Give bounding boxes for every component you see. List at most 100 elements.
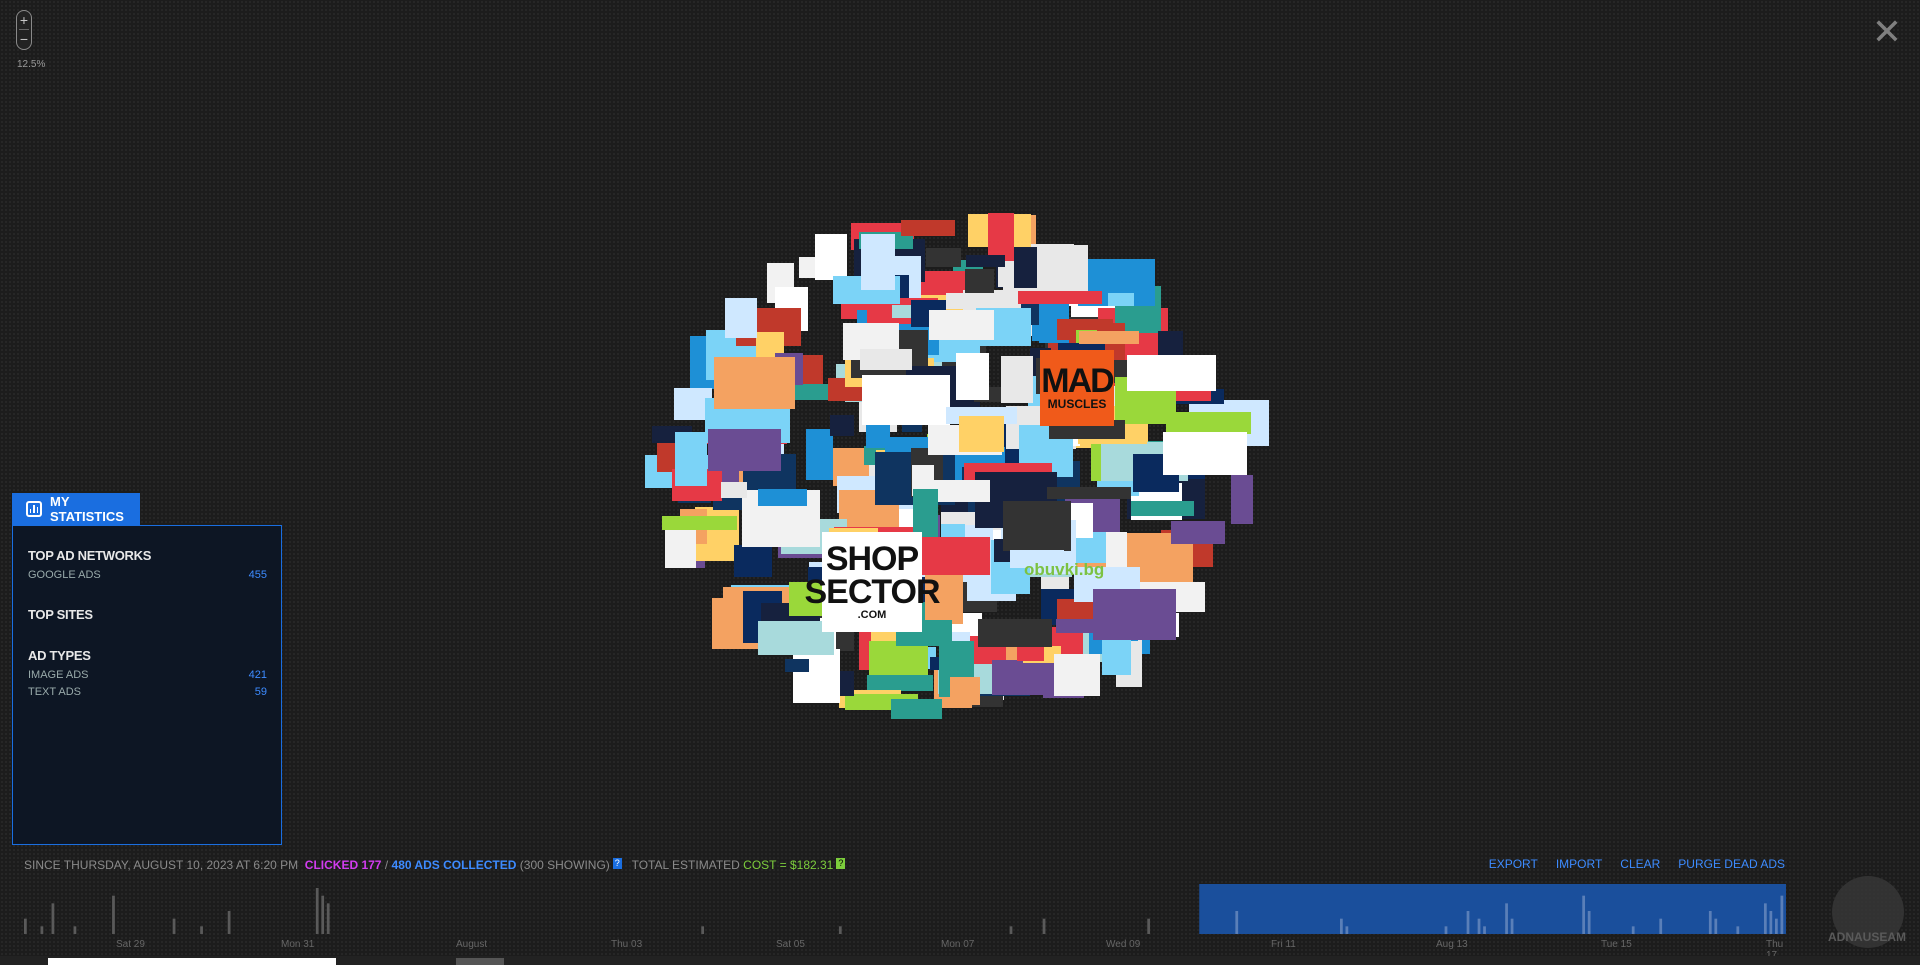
stats-tab[interactable]: MY STATISTICS [12, 493, 140, 525]
ad-thumbnail[interactable] [758, 620, 834, 655]
ad-thumbnail[interactable] [966, 255, 1005, 268]
section-title: AD TYPES [28, 648, 91, 663]
ad-thumbnail[interactable] [1001, 355, 1034, 403]
ad-thumbnail[interactable] [1170, 520, 1226, 544]
timeline-bar [73, 926, 77, 934]
ad-thumbnail[interactable] [1053, 654, 1101, 697]
help-icon[interactable]: ? [612, 858, 622, 869]
timeline-bar [1444, 926, 1448, 934]
ad-thumbnail[interactable] [1107, 292, 1134, 306]
ad-thumbnail[interactable] [1126, 354, 1216, 391]
ad-thumbnail[interactable] [861, 233, 896, 290]
ad-thumbnail[interactable] [824, 585, 884, 613]
ad-thumbnail[interactable] [1162, 431, 1247, 476]
ad-thumbnail[interactable] [977, 619, 1053, 647]
ad-thumbnail[interactable] [805, 428, 833, 480]
ad-thumbnail[interactable] [793, 649, 840, 704]
logo-text: ADNAUSEAM [1828, 930, 1906, 944]
timeline-bar [321, 895, 325, 934]
ad-thumbnail[interactable] [1036, 358, 1083, 395]
ad-thumbnail[interactable] [720, 482, 748, 499]
timeline-bar [1763, 903, 1767, 934]
ad-thumbnail[interactable] [862, 375, 950, 426]
ad-thumbnail[interactable] [1049, 420, 1125, 440]
timeline[interactable] [24, 884, 1786, 934]
timeline-bar [172, 918, 176, 934]
ad-thumbnail[interactable] [964, 269, 995, 294]
timeline-bar [1659, 918, 1663, 934]
ad-thumbnail[interactable] [675, 431, 707, 486]
ad-thumbnail[interactable] [1131, 501, 1195, 516]
ad-thumbnail[interactable] [814, 234, 848, 280]
clear-button[interactable]: CLEAR [1620, 857, 1660, 871]
ad-types-section: AD TYPES IMAGE ADS 421 TEXT ADS 59 [28, 648, 267, 698]
ad-thumbnail[interactable] [950, 677, 980, 705]
section-title: TOP AD NETWORKS [28, 548, 152, 563]
cost-help-icon[interactable]: ? [836, 858, 846, 869]
ad-thumbnail[interactable] [758, 488, 808, 507]
ad-thumbnail[interactable] [1002, 500, 1072, 551]
timeline-label: Mon 07 [941, 939, 975, 950]
ad-thumbnail[interactable] [665, 524, 697, 568]
ad-thumbnail[interactable] [896, 620, 952, 646]
ad-thumbnail[interactable] [1057, 599, 1097, 620]
ad-thumbnail[interactable] [901, 220, 955, 236]
strip-block [48, 958, 336, 965]
ad-thumbnail[interactable] [714, 357, 796, 409]
ad-thumbnail[interactable] [913, 488, 938, 545]
timeline-label: Thu 03 [611, 939, 643, 950]
ad-thumbnail[interactable] [925, 248, 962, 268]
ad-thumbnail[interactable] [1079, 330, 1140, 344]
ad-thumbnail[interactable] [784, 658, 810, 673]
ad-thumbnail[interactable] [958, 416, 1005, 453]
ad-thumbnail[interactable] [866, 675, 933, 691]
ad-thumbnail[interactable] [1092, 588, 1177, 641]
ad-thumbnail[interactable] [924, 571, 964, 625]
stats-row: GOOGLE ADS 455 [28, 569, 267, 581]
ad-thumbnail[interactable] [725, 298, 758, 338]
ad-thumbnail[interactable] [915, 537, 990, 575]
ad-thumbnail[interactable] [708, 429, 782, 471]
ad-thumbnail[interactable] [928, 310, 994, 341]
ad-thumbnail[interactable] [860, 348, 913, 370]
close-icon[interactable]: ✕ [1872, 14, 1902, 50]
bottom-strip [0, 956, 1920, 965]
ad-thumbnail[interactable] [1106, 531, 1128, 570]
timeline-label: Wed 09 [1106, 939, 1141, 950]
ad-thumbnail[interactable] [1058, 342, 1106, 355]
stats-value: 421 [248, 669, 267, 681]
ad-thumbnail[interactable] [1009, 549, 1065, 569]
ad-thumbnail[interactable] [890, 699, 942, 720]
ad-thumbnail[interactable] [869, 640, 928, 675]
ad-thumbnail[interactable] [1047, 486, 1132, 499]
ad-thumbnail[interactable] [1230, 475, 1254, 524]
purge-dead-ads-button[interactable]: PURGE DEAD ADS [1678, 857, 1785, 871]
ad-thumbnail[interactable] [1018, 291, 1103, 305]
ad-thumbnail[interactable] [789, 582, 828, 616]
export-button[interactable]: EXPORT [1489, 857, 1538, 871]
timeline-label: Tue 15 [1601, 939, 1632, 950]
ad-thumbnail[interactable] [992, 660, 1059, 695]
ad-thumbnail[interactable] [829, 414, 854, 436]
bar-chart-icon [26, 501, 42, 517]
timeline-bar [1466, 911, 1470, 934]
import-button[interactable]: IMPORT [1556, 857, 1602, 871]
timeline-bar [1483, 926, 1486, 934]
timeline-bar [24, 918, 27, 934]
zoom-in-button[interactable]: + [17, 11, 31, 29]
ad-thumbnail[interactable] [829, 527, 878, 544]
ad-thumbnail[interactable] [1102, 636, 1131, 675]
ad-thumbnail[interactable] [956, 352, 990, 401]
ad-thumbnail[interactable] [988, 212, 1015, 261]
ad-thumbnail[interactable] [1014, 246, 1037, 288]
collected-count: 480 ADS COLLECTED [391, 858, 517, 872]
timeline-bar [1631, 926, 1635, 934]
timeline-label: Sat 05 [776, 939, 805, 950]
zoom-out-button[interactable]: − [17, 30, 31, 48]
timeline-selection[interactable] [1199, 884, 1786, 934]
ad-thumbnail[interactable] [945, 293, 1002, 309]
timeline-bar [1708, 911, 1712, 934]
ad-thumbnail[interactable] [662, 516, 737, 531]
ad-thumbnail[interactable] [734, 545, 772, 578]
stats-value: 455 [248, 569, 267, 581]
